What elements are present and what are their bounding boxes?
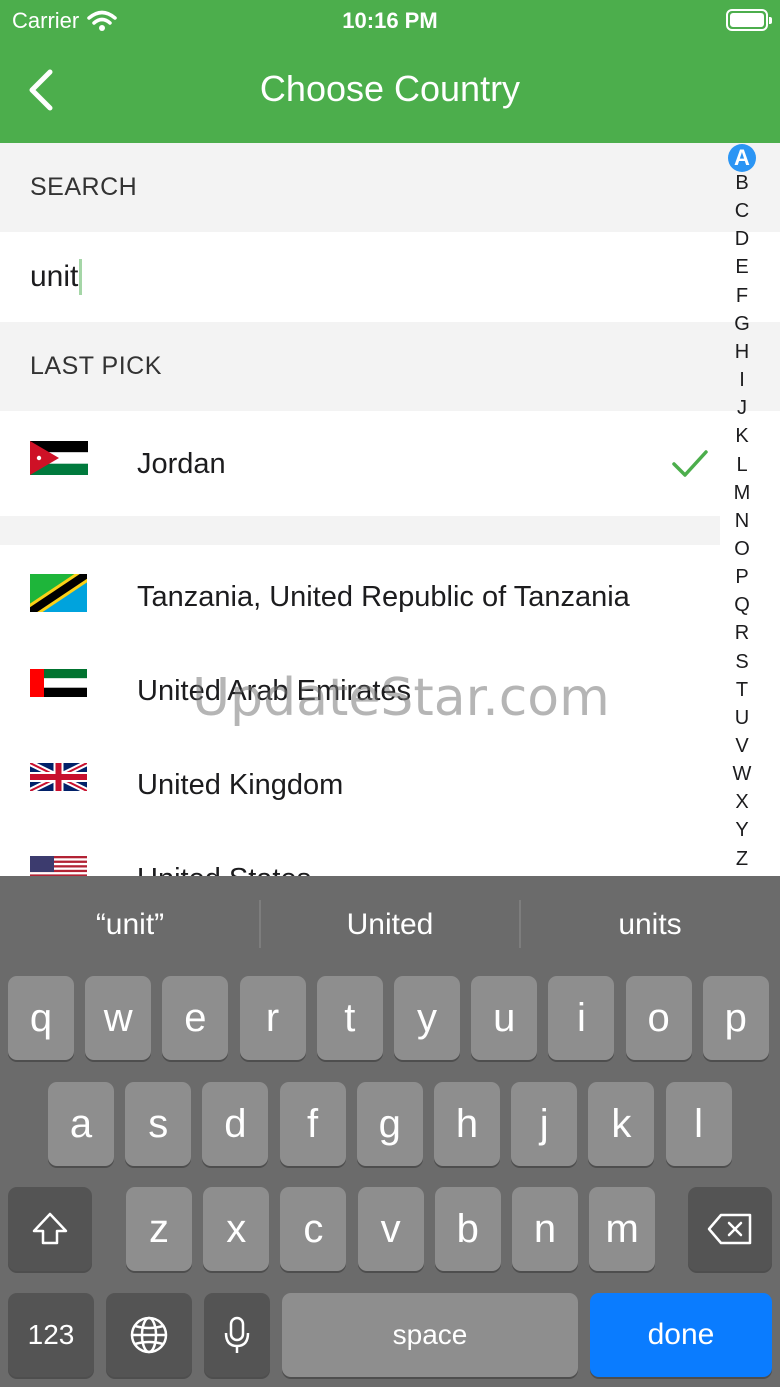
search-input[interactable]: unit bbox=[30, 260, 78, 294]
key-q[interactable]: q bbox=[8, 976, 74, 1060]
index-letter-k[interactable]: K bbox=[726, 425, 758, 448]
dictation-key[interactable] bbox=[204, 1293, 270, 1377]
index-letter-e[interactable]: E bbox=[726, 256, 758, 279]
index-letter-g[interactable]: G bbox=[726, 313, 758, 336]
key-s[interactable]: s bbox=[125, 1082, 192, 1166]
text-cursor bbox=[79, 259, 83, 295]
key-p[interactable]: p bbox=[702, 976, 769, 1060]
globe-icon bbox=[130, 1316, 168, 1354]
key-t[interactable]: t bbox=[316, 976, 383, 1060]
key-x[interactable]: x bbox=[203, 1187, 270, 1271]
key-o[interactable]: o bbox=[625, 976, 692, 1060]
index-letter-u[interactable]: U bbox=[726, 707, 758, 730]
jordan-flag-icon bbox=[30, 441, 88, 475]
key-r[interactable]: r bbox=[239, 976, 306, 1060]
shift-icon bbox=[32, 1212, 68, 1245]
index-letter-p[interactable]: P bbox=[726, 566, 758, 589]
suggestion-1[interactable]: “unit” bbox=[0, 876, 260, 973]
index-letter-n[interactable]: N bbox=[726, 510, 758, 533]
tanzania-flag-icon bbox=[30, 574, 87, 612]
suggestion-2[interactable]: United bbox=[260, 876, 520, 973]
uk-flag-icon bbox=[30, 763, 87, 791]
key-m[interactable]: m bbox=[589, 1187, 656, 1271]
key-w[interactable]: w bbox=[85, 976, 152, 1060]
key-h[interactable]: h bbox=[434, 1082, 500, 1166]
index-letter-v[interactable]: V bbox=[726, 735, 758, 758]
key-g[interactable]: g bbox=[356, 1082, 423, 1166]
index-letter-y[interactable]: Y bbox=[726, 819, 758, 842]
country-name: United Arab Emirates bbox=[137, 675, 412, 707]
page-title: Choose Country bbox=[259, 68, 521, 109]
key-a[interactable]: a bbox=[48, 1082, 114, 1166]
index-letter-s[interactable]: S bbox=[726, 651, 758, 674]
last-pick-row[interactable]: Jordan bbox=[0, 411, 720, 516]
index-letter-a[interactable]: A bbox=[728, 144, 756, 172]
index-letter-m[interactable]: M bbox=[726, 482, 758, 505]
shift-key[interactable] bbox=[8, 1187, 92, 1271]
suggestion-3[interactable]: units bbox=[520, 876, 780, 973]
key-j[interactable]: j bbox=[511, 1082, 578, 1166]
index-letter-f[interactable]: F bbox=[726, 285, 758, 308]
status-time: 10:16 PM bbox=[342, 8, 438, 33]
status-bar: Carrier 10:16 PM bbox=[0, 0, 780, 40]
key-u[interactable]: u bbox=[471, 976, 538, 1060]
done-key[interactable]: done bbox=[590, 1293, 772, 1377]
last-pick-section-header: LAST PICK bbox=[0, 322, 780, 411]
uae-flag-icon bbox=[30, 669, 87, 697]
search-section-header: SEARCH bbox=[0, 143, 780, 232]
section-divider bbox=[0, 516, 720, 545]
index-letter-h[interactable]: H bbox=[726, 341, 758, 364]
key-c[interactable]: c bbox=[280, 1187, 347, 1271]
index-letter-c[interactable]: C bbox=[726, 200, 758, 223]
country-row-tanzania[interactable]: Tanzania, United Republic of Tanzania bbox=[0, 545, 720, 645]
globe-key[interactable] bbox=[106, 1293, 192, 1377]
index-letter-r[interactable]: R bbox=[726, 622, 758, 645]
key-d[interactable]: d bbox=[202, 1082, 269, 1166]
index-letter-z[interactable]: Z bbox=[726, 848, 758, 871]
key-z[interactable]: z bbox=[126, 1187, 192, 1271]
microphone-icon bbox=[224, 1316, 250, 1353]
index-letter-w[interactable]: W bbox=[726, 763, 758, 786]
us-flag-icon bbox=[30, 856, 87, 876]
index-letter-q[interactable]: Q bbox=[726, 594, 758, 617]
key-y[interactable]: y bbox=[394, 976, 460, 1060]
country-name: United States bbox=[137, 863, 311, 876]
key-v[interactable]: v bbox=[357, 1187, 424, 1271]
index-letter-x[interactable]: X bbox=[726, 791, 758, 814]
country-row-us[interactable]: United States bbox=[0, 833, 720, 876]
index-letter-i[interactable]: I bbox=[726, 369, 758, 392]
backspace-key[interactable] bbox=[688, 1187, 772, 1271]
keyboard: “unit” United units qwertyuiop asdfghjkl… bbox=[0, 876, 780, 1387]
last-pick-country: Jordan bbox=[137, 448, 226, 480]
index-letter-l[interactable]: L bbox=[726, 454, 758, 477]
index-letter-o[interactable]: O bbox=[726, 538, 758, 561]
key-l[interactable]: l bbox=[665, 1082, 732, 1166]
backspace-icon bbox=[707, 1213, 752, 1245]
key-f[interactable]: f bbox=[279, 1082, 346, 1166]
battery-icon bbox=[726, 9, 772, 31]
index-letter-b[interactable]: B bbox=[726, 172, 758, 195]
numbers-key[interactable]: 123 bbox=[8, 1293, 94, 1377]
country-name: Tanzania, United Republic of Tanzania bbox=[137, 581, 630, 613]
index-letter-j[interactable]: J bbox=[726, 397, 758, 420]
index-letter-d[interactable]: D bbox=[726, 228, 758, 251]
index-letter-t[interactable]: T bbox=[726, 679, 758, 702]
search-row: unit bbox=[0, 232, 780, 322]
space-key[interactable]: space bbox=[282, 1293, 578, 1377]
country-row-uk[interactable]: United Kingdom bbox=[0, 739, 720, 833]
key-k[interactable]: k bbox=[588, 1082, 655, 1166]
navigation-bar: Carrier 10:16 PM Choose Country bbox=[0, 0, 780, 143]
country-name: United Kingdom bbox=[137, 769, 344, 801]
country-row-uae[interactable]: United Arab Emirates bbox=[0, 645, 720, 739]
key-i[interactable]: i bbox=[548, 976, 615, 1060]
key-n[interactable]: n bbox=[512, 1187, 578, 1271]
checkmark-icon bbox=[672, 450, 708, 477]
key-b[interactable]: b bbox=[434, 1187, 501, 1271]
key-e[interactable]: e bbox=[162, 976, 229, 1060]
